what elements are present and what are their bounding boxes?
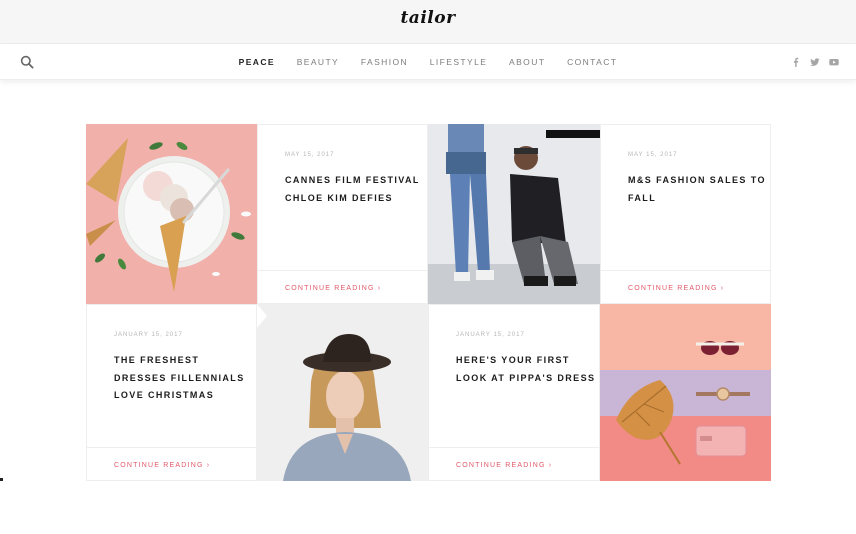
card-notch <box>429 324 437 340</box>
divider <box>601 270 770 271</box>
post-date: MAY 15, 2017 <box>285 152 335 158</box>
site-logo[interactable]: tailor <box>0 8 856 28</box>
post-card: MAY 15, 2017 CANNES FILM FESTIVAL CHLOE … <box>257 124 428 304</box>
post-title[interactable]: THE FRESHEST DRESSES FILLENNIALS LOVE CH… <box>114 352 254 405</box>
divider <box>258 270 427 271</box>
woman-hat-photo[interactable] <box>257 304 428 481</box>
couple-photo[interactable] <box>428 124 600 304</box>
continue-reading-link[interactable]: CONTINUE READING › <box>285 285 381 292</box>
twitter-icon[interactable] <box>810 57 820 67</box>
post-title[interactable]: M&S FASHION SALES TO FALL <box>628 172 768 207</box>
brand-bar: tailor <box>0 0 856 44</box>
post-title[interactable]: CANNES FILM FESTIVAL CHLOE KIM DEFIES <box>285 172 425 207</box>
card-notch <box>258 144 266 160</box>
nav-item-lifestyle[interactable]: LIFESTYLE <box>430 57 487 67</box>
edge-mark <box>0 478 3 481</box>
continue-reading-label: CONTINUE READING <box>285 285 375 292</box>
card-notch <box>601 144 609 160</box>
facebook-icon[interactable] <box>791 57 801 67</box>
social-links <box>791 57 839 67</box>
continue-reading-link[interactable]: CONTINUE READING › <box>628 285 724 292</box>
nav-item-fashion[interactable]: FASHION <box>361 57 408 67</box>
post-date: JANUARY 15, 2017 <box>114 332 183 338</box>
flatlay-photo[interactable] <box>600 304 771 481</box>
post-grid: MAY 15, 2017 CANNES FILM FESTIVAL CHLOE … <box>86 124 771 481</box>
nav-item-peace[interactable]: PEACE <box>239 57 275 67</box>
chevron-right-icon: › <box>377 285 382 292</box>
post-title[interactable]: HERE'S YOUR FIRST LOOK AT PIPPA'S DRESS <box>456 352 596 387</box>
post-card: MAY 15, 2017 M&S FASHION SALES TO FALL C… <box>600 124 771 304</box>
post-date: MAY 15, 2017 <box>628 152 678 158</box>
continue-reading-link[interactable]: CONTINUE READING › <box>114 462 210 469</box>
chevron-right-icon: › <box>720 285 725 292</box>
nav-menu: PEACE BEAUTY FASHION LIFESTYLE ABOUT CON… <box>0 57 856 67</box>
continue-reading-label: CONTINUE READING <box>628 285 718 292</box>
ice-cream-cones-plate-photo <box>86 124 257 304</box>
divider <box>429 447 599 448</box>
nav-item-about[interactable]: ABOUT <box>509 57 545 67</box>
youtube-icon[interactable] <box>829 57 839 67</box>
chevron-right-icon: › <box>548 462 553 469</box>
main-navigation: PEACE BEAUTY FASHION LIFESTYLE ABOUT CON… <box>0 44 856 80</box>
post-card: JANUARY 15, 2017 HERE'S YOUR FIRST LOOK … <box>428 304 600 481</box>
nav-item-beauty[interactable]: BEAUTY <box>297 57 339 67</box>
divider <box>87 447 256 448</box>
post-card: JANUARY 15, 2017 THE FRESHEST DRESSES FI… <box>86 304 257 481</box>
chevron-right-icon: › <box>206 462 211 469</box>
nav-item-contact[interactable]: CONTACT <box>567 57 617 67</box>
continue-reading-link[interactable]: CONTINUE READING › <box>456 462 552 469</box>
woman-black-hat-photo <box>257 304 428 481</box>
post-date: JANUARY 15, 2017 <box>456 332 525 338</box>
continue-reading-label: CONTINUE READING <box>456 462 546 469</box>
ice-cream-photo[interactable] <box>86 124 257 304</box>
continue-reading-label: CONTINUE READING <box>114 462 204 469</box>
sunglasses-watch-leaf-flatlay-photo <box>600 304 771 481</box>
couple-jeans-sitting-photo <box>428 124 600 304</box>
